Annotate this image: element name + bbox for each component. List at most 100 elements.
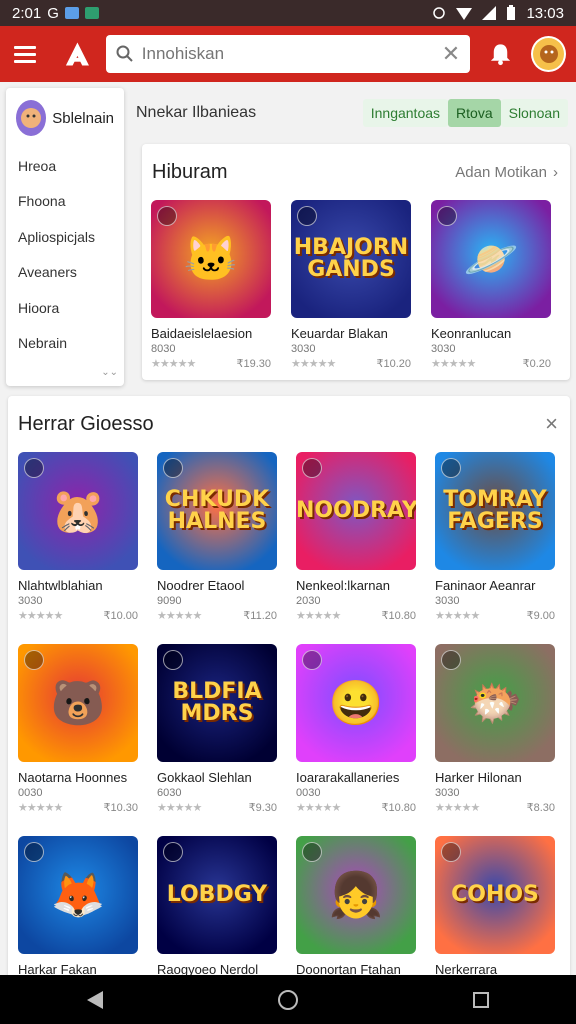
battery-icon — [507, 5, 516, 20]
game-meta: ★★★★★ ₹9.30 — [157, 801, 277, 814]
game-thumbnail[interactable]: NOODRAY — [296, 452, 416, 570]
game-thumbnail[interactable]: 👧 — [296, 836, 416, 954]
game-thumbnail[interactable]: 🐡 — [435, 644, 555, 762]
game-thumbnail[interactable]: HBAJORN GANDS — [291, 200, 411, 318]
profile-avatar[interactable] — [531, 36, 566, 72]
search-input[interactable] — [141, 44, 442, 64]
game-tile[interactable]: CHKUDK HALNES Noodrer Etaool 9090 ★★★★★ ₹11.… — [157, 452, 277, 644]
rating-stars-icon: ★★★★★ — [296, 802, 341, 814]
category-title: Nnekar Ilbanieas — [136, 104, 257, 121]
drawer-avatar — [16, 100, 47, 136]
game-tile[interactable]: 😀 Ioararakallaneries 0030 ★★★★★ ₹10.80 — [296, 644, 416, 836]
game-tile[interactable]: 🐻 Naotarna Hoonnes 0030 ★★★★★ ₹10.30 — [18, 644, 138, 836]
game-badge-icon — [302, 458, 322, 478]
app-notification-icon — [84, 7, 99, 19]
game-tile[interactable]: HBAJORN GANDS Keuardar Blakan 3030 ★★★★★ ₹10… — [291, 200, 411, 370]
game-thumbnail[interactable]: 🪐 — [431, 200, 551, 318]
see-more-link[interactable]: Adan Motikan › — [455, 164, 558, 181]
game-tile[interactable]: NOODRAY Nenkeol:lkarnan 2030 ★★★★★ ₹10.80 — [296, 452, 416, 644]
filter-chips: Inngantoas Rtova Slonoan — [362, 99, 568, 127]
game-tile[interactable]: 🐹 Nlahtwlblahian 3030 ★★★★★ ₹10.00 — [18, 452, 138, 644]
game-badge-icon — [297, 206, 317, 226]
game-tile[interactable]: 👧 Doonortan Ftahan — [296, 836, 416, 975]
game-title: Noodrer Etaool — [157, 578, 245, 593]
rating-stars-icon: ★★★★★ — [157, 610, 202, 622]
rating-stars-icon: ★★★★★ — [151, 358, 196, 370]
game-price: ₹8.30 — [526, 802, 555, 814]
game-thumbnail[interactable]: LOBDGY — [157, 836, 277, 954]
game-title: Ioararakallaneries — [296, 770, 400, 785]
category-bar: Nnekar Ilbanieas Inngantoas Rtova Slonoa… — [130, 96, 576, 130]
game-tile[interactable]: 🪐 Keonranlucan 3030 ★★★★★ ₹0.20 — [431, 200, 551, 370]
game-badge-icon — [24, 650, 44, 670]
game-tile[interactable]: 🦊 Harkar Fakan — [18, 836, 138, 975]
game-meta: ★★★★★ ₹9.00 — [435, 609, 555, 622]
games-grid: 🐹 Nlahtwlblahian 3030 ★★★★★ ₹10.00 CHKUDK HAL… — [8, 452, 570, 975]
clear-search-icon[interactable]: ✕ — [442, 41, 460, 67]
game-tile[interactable]: 🐡 Harker Hilonan 3030 ★★★★★ ₹8.30 — [435, 644, 555, 836]
game-thumbnail[interactable]: 🦊 — [18, 836, 138, 954]
drawer-item[interactable]: Apliospicjals — [6, 219, 124, 255]
drawer-item[interactable]: Hreoa — [6, 148, 124, 184]
game-title: Harker Hilonan — [435, 770, 522, 785]
rating-stars-icon: ★★★★★ — [435, 802, 480, 814]
game-meta: ★★★★★ ₹10.30 — [18, 801, 138, 814]
girl-icon: 👧 — [328, 871, 384, 920]
status-bar: 2:01 G 13:03 — [0, 0, 576, 26]
back-icon[interactable] — [87, 990, 104, 1009]
drawer-username: Sblelnain — [52, 109, 114, 127]
chip-inngantoas[interactable]: Inngantoas — [362, 99, 449, 127]
chevron-down-icon[interactable]: ⌄⌄ — [101, 367, 118, 378]
drawer-item[interactable]: Nebrain — [6, 326, 124, 362]
game-thumbnail[interactable]: CHKUDK HALNES — [157, 452, 277, 570]
game-logo-text: LOBDGY — [166, 882, 268, 907]
game-tile[interactable]: BLDFIA MDRS Gokkaol Slehlan 6030 ★★★★★ ₹9.30 — [157, 644, 277, 836]
game-logo-text: HBAJORN GANDS — [293, 235, 409, 282]
game-badge-icon — [437, 206, 457, 226]
game-title: Baidaeislelaesion — [151, 326, 253, 341]
game-meta: ★★★★★ ₹10.80 — [296, 801, 416, 814]
drawer-profile[interactable]: Sblelnain — [6, 88, 124, 148]
game-thumbnail[interactable]: 😀 — [296, 644, 416, 762]
search-box[interactable]: ✕ — [105, 35, 471, 73]
cat-mascot-icon: 🐱 — [183, 235, 239, 284]
game-thumbnail[interactable]: 🐹 — [18, 452, 138, 570]
game-tile[interactable]: 🐱 Baidaeislelaesion 8030 ★★★★★ ₹19.30 — [151, 200, 271, 370]
game-subtitle: 0030 — [18, 787, 43, 799]
notifications-bell-icon[interactable] — [488, 41, 513, 67]
featured-grid: 🐱 Baidaeislelaesion 8030 ★★★★★ ₹19.30 HBAJORN… — [142, 200, 570, 370]
drawer-item[interactable]: Aveaners — [6, 255, 124, 291]
chip-slonoan[interactable]: Slonoan — [500, 99, 568, 127]
menu-icon[interactable] — [14, 40, 41, 68]
smiley-icon: 😀 — [328, 679, 384, 728]
game-title: Keuardar Blakan — [291, 326, 388, 341]
game-thumbnail[interactable]: BLDFIA MDRS — [157, 644, 277, 762]
featured-title: Hiburam — [152, 160, 228, 183]
game-tile[interactable]: LOBDGY Raogyoeo Nerdol — [157, 836, 277, 975]
game-tile[interactable]: TOMRAY FAGERS Faninaor Aeanrar 3030 ★★★★★ ₹9… — [435, 452, 555, 644]
drawer-item[interactable]: Fhoona — [6, 184, 124, 220]
game-logo-text: COHOS — [451, 882, 539, 907]
game-title: Nenkeol:lkarnan — [296, 578, 390, 593]
rating-stars-icon: ★★★★★ — [18, 802, 63, 814]
game-thumbnail[interactable]: 🐱 — [151, 200, 271, 318]
game-meta: ★★★★★ ₹10.20 — [291, 357, 411, 370]
app-logo-icon[interactable] — [63, 39, 92, 69]
status-time-right: 13:03 — [526, 4, 564, 22]
drawer-item[interactable]: Hioora — [6, 290, 124, 326]
chip-rtova[interactable]: Rtova — [448, 99, 501, 127]
game-tile[interactable]: COHOS Nerkerrara — [435, 836, 555, 975]
close-icon[interactable]: × — [545, 411, 558, 437]
game-subtitle: 0030 — [296, 787, 321, 799]
recent-apps-icon[interactable] — [472, 991, 489, 1008]
game-thumbnail[interactable]: 🐻 — [18, 644, 138, 762]
app-bar: ✕ — [0, 26, 576, 82]
home-icon[interactable] — [277, 989, 298, 1010]
game-title: Raogyoeo Nerdol — [157, 962, 259, 975]
game-logo-text: TOMRAY FAGERS — [443, 487, 547, 534]
game-thumbnail[interactable]: TOMRAY FAGERS — [435, 452, 555, 570]
game-subtitle: 2030 — [296, 595, 321, 607]
game-title: Harkar Fakan — [18, 962, 97, 975]
status-time-left: 2:01 — [12, 4, 42, 22]
game-thumbnail[interactable]: COHOS — [435, 836, 555, 954]
